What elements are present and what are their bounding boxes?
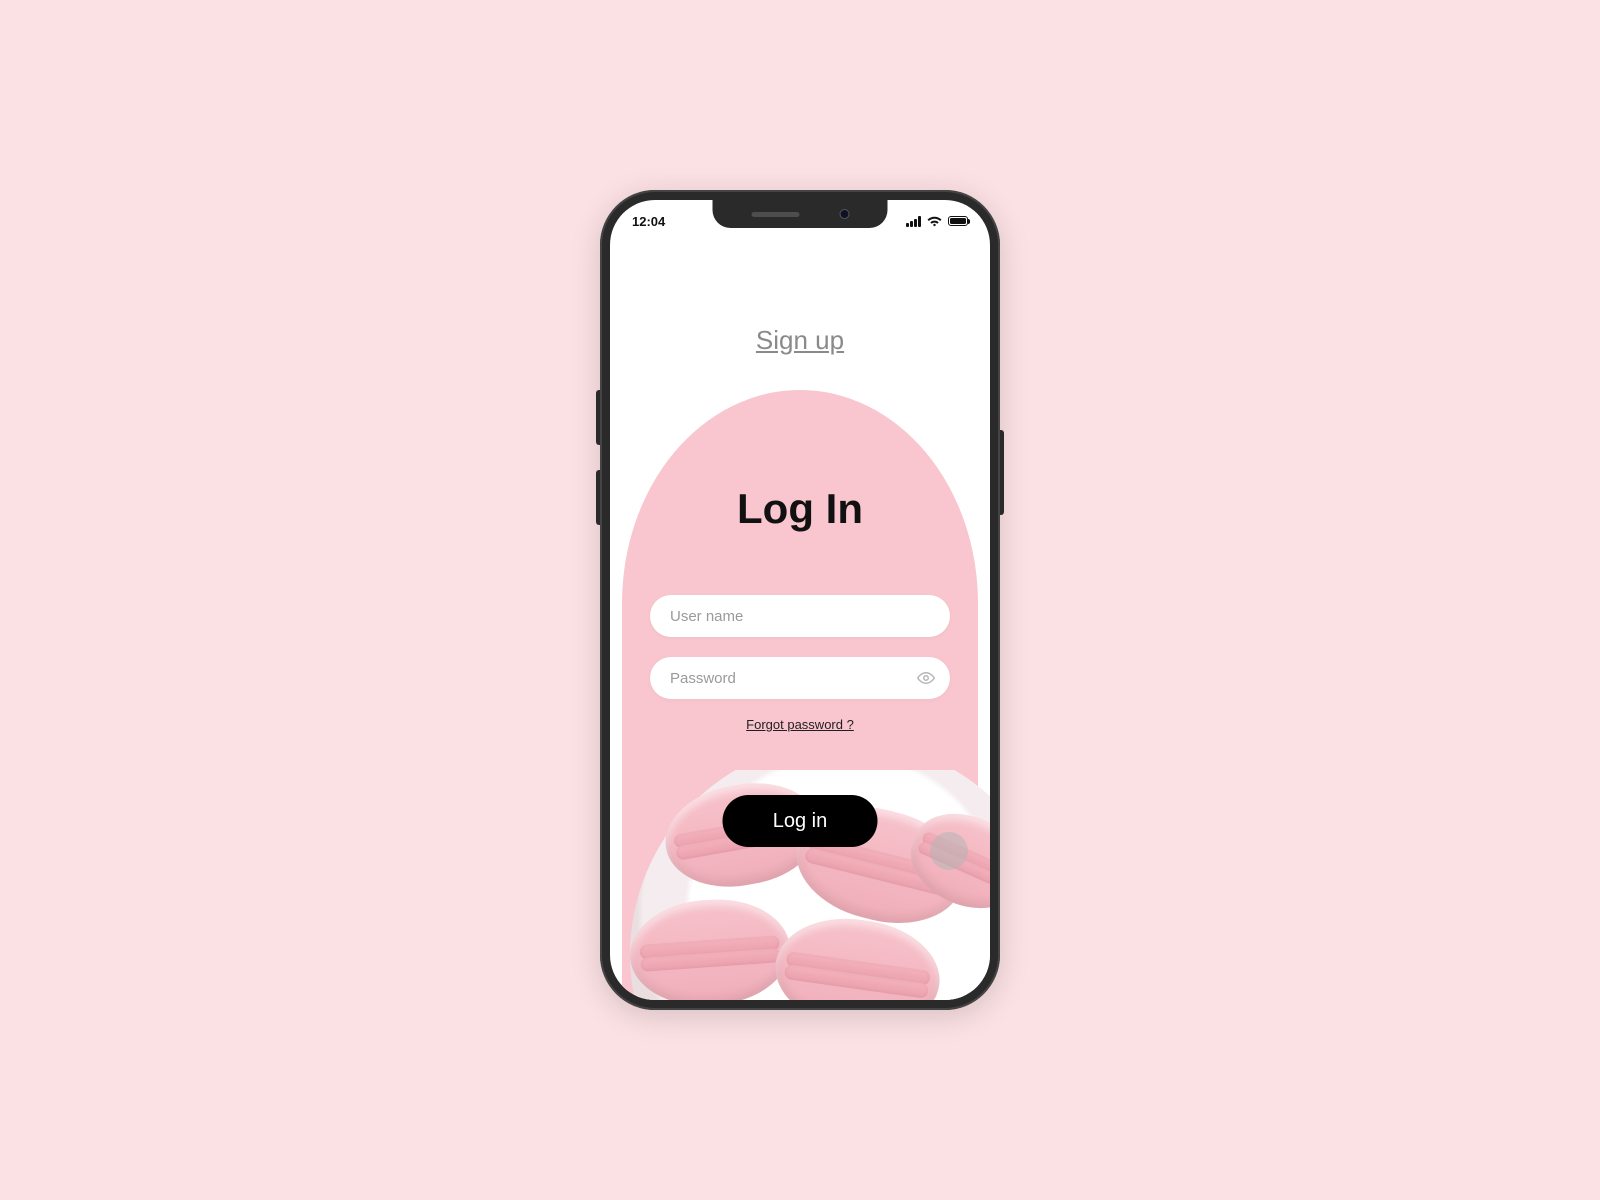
battery-icon xyxy=(948,216,968,226)
phone-frame: 12:04 Sign up Log In xyxy=(600,190,1000,1010)
login-title: Log In xyxy=(610,485,990,533)
toggle-password-visibility-button[interactable] xyxy=(914,666,938,690)
screen: 12:04 Sign up Log In xyxy=(610,200,990,1000)
signal-icon xyxy=(906,216,921,227)
status-indicators xyxy=(906,216,968,227)
password-input[interactable] xyxy=(650,657,950,699)
status-time: 12:04 xyxy=(632,214,665,229)
speaker-grille xyxy=(751,212,799,217)
eye-icon xyxy=(917,669,935,687)
login-button[interactable]: Log in xyxy=(723,795,878,847)
signup-link[interactable]: Sign up xyxy=(610,325,990,356)
wifi-icon xyxy=(927,216,942,227)
password-field-wrapper xyxy=(650,657,950,699)
username-input[interactable] xyxy=(650,595,950,637)
notch xyxy=(713,200,888,228)
login-form: Forgot password ? xyxy=(650,595,950,732)
front-camera-dot xyxy=(839,209,849,219)
touch-indicator xyxy=(930,832,968,870)
username-field-wrapper xyxy=(650,595,950,637)
forgot-password-link[interactable]: Forgot password ? xyxy=(650,717,950,732)
